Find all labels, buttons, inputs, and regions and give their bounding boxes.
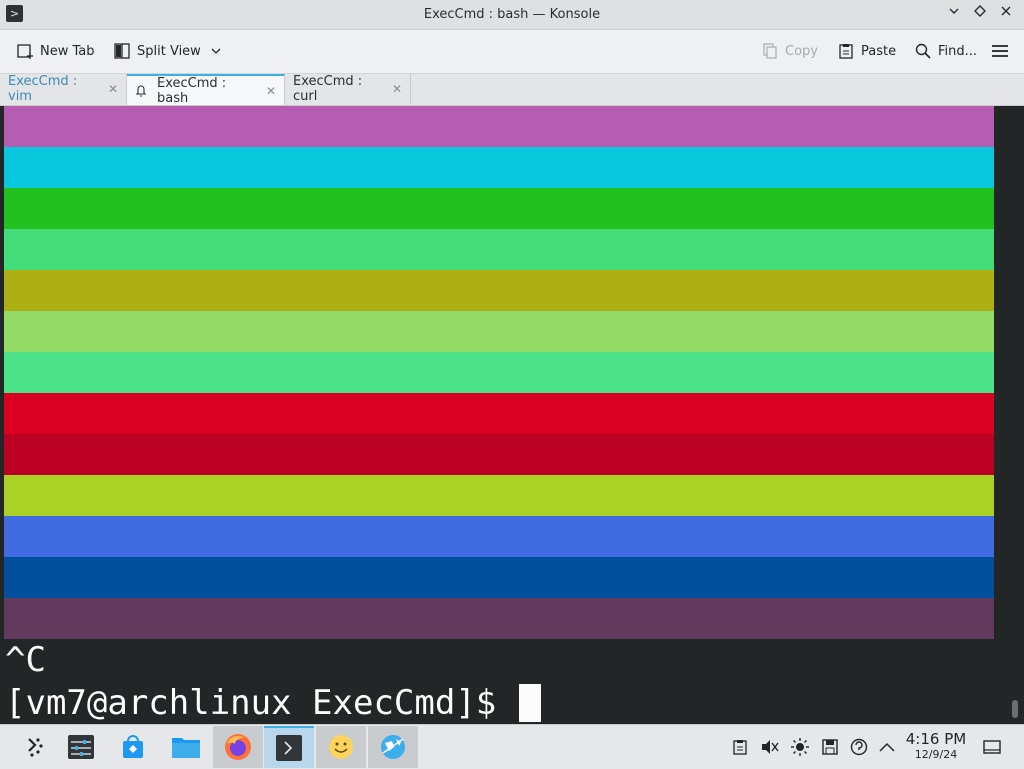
clock-date: 12/9/24 (914, 748, 958, 761)
clock[interactable]: 4:16 PM 12/9/24 (898, 730, 974, 762)
brightness-icon[interactable] (790, 737, 810, 757)
color-stripe (4, 475, 994, 516)
split-view-button[interactable]: Split View (113, 39, 225, 63)
paste-button[interactable]: Paste (837, 39, 896, 63)
color-stripe (4, 393, 994, 434)
terminal-area[interactable]: ^C [vm7@archlinux ExecCmd]$ (0, 106, 1024, 724)
color-stripe (4, 106, 994, 147)
new-tab-label: New Tab (40, 43, 95, 59)
maximize-icon[interactable] (970, 4, 990, 24)
new-tab-icon (16, 42, 34, 60)
terminal-prompt: [vm7@archlinux ExecCmd]$ (5, 683, 517, 723)
color-stripe (4, 270, 994, 311)
color-stripe (4, 229, 994, 270)
clipboard-icon[interactable] (730, 737, 750, 757)
search-icon (914, 42, 932, 60)
firefox-icon[interactable] (213, 726, 263, 768)
terminal-output: ^C [vm7@archlinux ExecCmd]$ (5, 639, 541, 724)
close-icon[interactable] (996, 4, 1016, 24)
hamburger-menu-icon (991, 42, 1009, 60)
toolbar: New Tab Split View Copy Paste Find... (0, 30, 1024, 74)
tab-bash[interactable]: ExecCmd : bash ✕ (127, 74, 285, 106)
scrollbar-thumb[interactable] (1012, 700, 1018, 718)
hamburger-menu-button[interactable] (991, 39, 1009, 63)
window-controls (944, 4, 1016, 24)
color-stripe (4, 434, 994, 475)
window-title: ExecCmd : bash — Konsole (423, 7, 601, 22)
split-view-label: Split View (137, 43, 201, 59)
close-tab-icon[interactable]: ✕ (108, 82, 118, 96)
chevron-up-icon[interactable] (877, 737, 897, 757)
taskbar: 4:16 PM 12/9/24 (0, 724, 1024, 769)
tab-label: ExecCmd : vim (8, 74, 78, 104)
color-stripe (4, 516, 994, 557)
color-stripes (4, 106, 994, 639)
tab-vim[interactable]: ExecCmd : vim ✕ (0, 74, 127, 104)
network-globe-icon[interactable] (368, 726, 418, 768)
copy-button[interactable]: Copy (761, 39, 818, 63)
paste-icon (837, 42, 855, 60)
color-stripe (4, 188, 994, 229)
color-stripe (4, 598, 994, 639)
text-cursor (518, 684, 541, 722)
color-stripe (4, 352, 994, 393)
terminal-line: ^C (5, 640, 46, 680)
konsole-icon[interactable] (264, 726, 314, 768)
copy-icon (761, 42, 779, 60)
split-view-icon (113, 42, 131, 60)
update-notifier-icon[interactable] (849, 737, 869, 757)
emoji-app-icon[interactable] (316, 726, 366, 768)
color-stripe (4, 147, 994, 188)
new-tab-button[interactable]: New Tab (16, 39, 95, 63)
storage-device-icon[interactable] (820, 737, 840, 757)
tab-curl[interactable]: ExecCmd : curl ✕ (285, 74, 411, 104)
show-desktop-icon[interactable] (982, 737, 1002, 757)
color-stripe (4, 311, 994, 352)
system-settings-icon[interactable] (56, 726, 106, 768)
application-launcher-icon[interactable] (9, 726, 59, 768)
title-bar: > ExecCmd : bash — Konsole (0, 0, 1024, 30)
terminal-icon[interactable]: > (6, 5, 23, 22)
find-label: Find... (938, 43, 978, 59)
find-button[interactable]: Find... (914, 39, 977, 63)
clock-time: 4:16 PM (905, 730, 967, 748)
color-stripe (4, 557, 994, 598)
chevron-down-icon (207, 42, 225, 60)
paste-label: Paste (861, 43, 897, 59)
file-manager-icon[interactable] (161, 726, 211, 768)
bell-icon (135, 84, 147, 97)
minimize-icon[interactable] (944, 4, 964, 24)
volume-muted-icon[interactable] (760, 737, 780, 757)
close-tab-icon[interactable]: ✕ (392, 82, 402, 96)
discover-store-icon[interactable] (108, 726, 158, 768)
close-tab-icon[interactable]: ✕ (266, 84, 276, 98)
tab-bar: ExecCmd : vim ✕ ExecCmd : bash ✕ ExecCmd… (0, 74, 1024, 106)
tab-label: ExecCmd : curl (293, 74, 363, 104)
copy-label: Copy (785, 43, 818, 59)
tab-label: ExecCmd : bash (157, 75, 227, 106)
